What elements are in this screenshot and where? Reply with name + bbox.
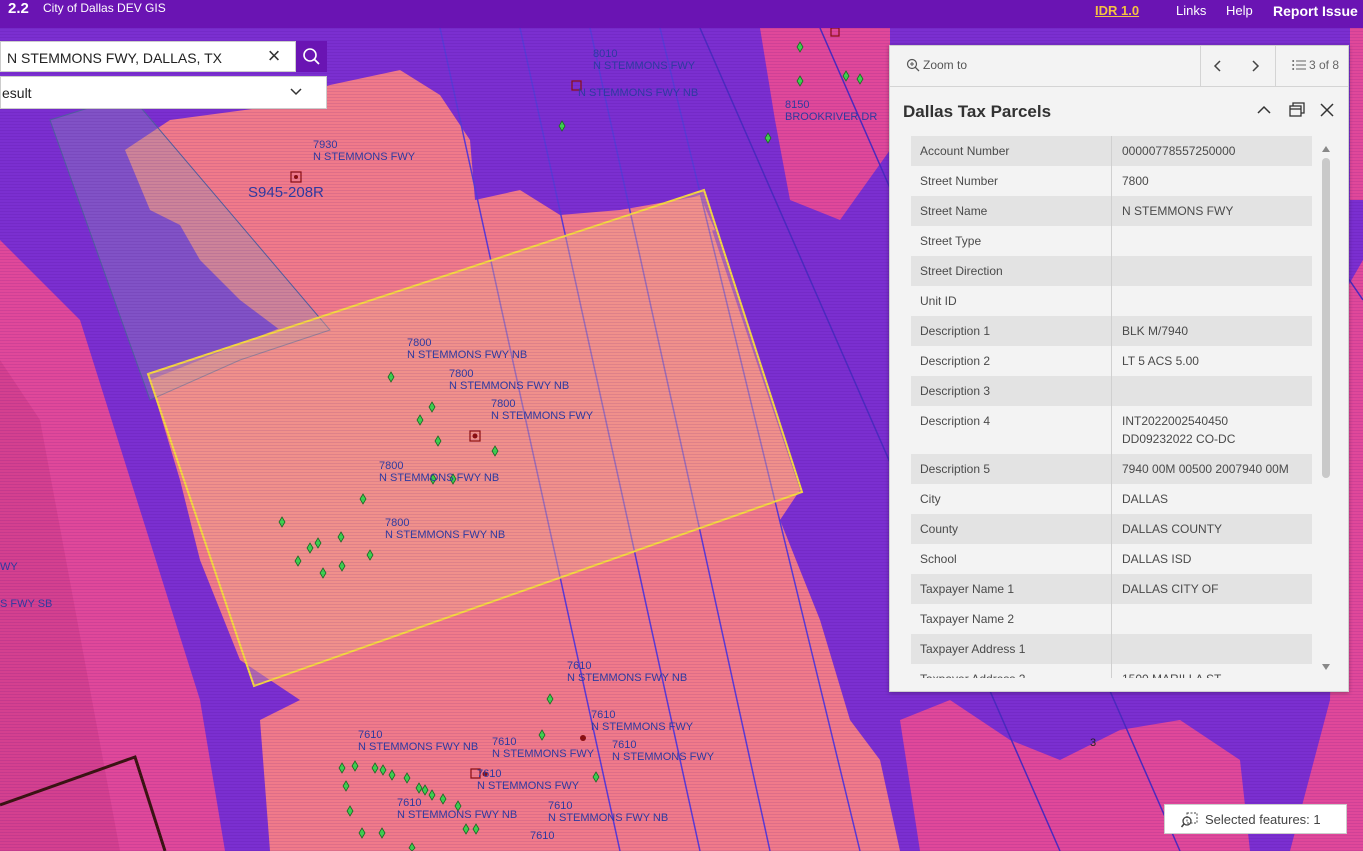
map-label: 7800 N STEMMONS FWY NB: [449, 368, 570, 392]
table-row: Unit ID: [911, 286, 1312, 316]
search-icon: [303, 48, 320, 65]
previous-feature-button[interactable]: [1206, 54, 1230, 78]
table-row: Street Number 7800: [911, 166, 1312, 196]
toolbar-divider: [1275, 46, 1276, 86]
selected-features-label: Selected features: 1: [1205, 812, 1321, 827]
links-menu[interactable]: Links: [1176, 3, 1206, 18]
search-button[interactable]: [296, 41, 327, 72]
map-label-case: S945-208R: [248, 184, 324, 201]
table-row: Taxpayer Address 1: [911, 634, 1312, 664]
table-row: County DALLAS COUNTY: [911, 514, 1312, 544]
table-row: Street Type: [911, 226, 1312, 256]
collapse-button[interactable]: [1254, 100, 1274, 120]
map-label: 7610 N STEMMONS FWY NB: [567, 660, 688, 684]
search-input[interactable]: [5, 47, 259, 69]
feature-count-button[interactable]: 3 of 8: [1292, 58, 1339, 72]
map-label: 7610 N STEMMONS FWY NB: [397, 797, 518, 821]
map-label: 7610 N STEMMONS FWY: [591, 709, 694, 733]
scrollbar-thumb[interactable]: [1322, 158, 1330, 478]
result-label: esult: [2, 85, 32, 101]
table-row: Account Number 00000778557250000: [911, 136, 1312, 166]
chevron-right-icon: [1252, 60, 1260, 72]
chevron-down-icon: [290, 88, 302, 96]
table-row: School DALLAS ISD: [911, 544, 1312, 574]
search-box: ×: [0, 41, 296, 72]
table-row: Description 3: [911, 376, 1312, 406]
map-label: 7610 N STEMMONS FWY: [492, 736, 595, 760]
table-row: Taxpayer Name 1 DALLAS CITY OF: [911, 574, 1312, 604]
map-label: 7610 N STEMMONS FWY: [612, 739, 715, 763]
table-row: Description 4 INT2022002540450 DD09232022 …: [911, 406, 1312, 454]
map-label: 7610 N STEMMONS FWY NB: [548, 800, 669, 824]
help-link[interactable]: Help: [1226, 3, 1253, 18]
map-label: 7800 N STEMMONS FWY NB: [407, 337, 528, 361]
chevron-left-icon: [1213, 60, 1221, 72]
next-feature-button[interactable]: [1243, 54, 1267, 78]
version-label: 2.2: [8, 0, 29, 17]
zoom-to-button[interactable]: Zoom to: [906, 58, 967, 72]
top-bar: 2.2 City of Dallas DEV GIS IDR 1.0 Links…: [0, 0, 1363, 28]
report-issue-link[interactable]: Report Issue: [1273, 3, 1358, 19]
select-features-icon: [1181, 812, 1198, 828]
popup-toolbar: Zoom to 3 of 8: [890, 46, 1348, 87]
map-label: S FWY SB: [0, 598, 53, 610]
zoom-in-icon: [906, 58, 920, 72]
map-label: 7610: [530, 830, 555, 842]
table-row: Description 1 BLK M/7940: [911, 316, 1312, 346]
map-label: WY: [0, 561, 18, 573]
map-label: 7610 N STEMMONS FWY NB: [358, 729, 479, 753]
table-row: Street Name N STEMMONS FWY: [911, 196, 1312, 226]
table-row: Description 5 7940 00M 00500 2007940 00M: [911, 454, 1312, 484]
map-label: 8150 BROOKRIVER DR: [785, 99, 878, 123]
close-popup-button[interactable]: [1317, 100, 1337, 120]
search-result-dropdown[interactable]: esult: [0, 76, 327, 109]
selected-features-button[interactable]: Selected features: 1: [1164, 804, 1347, 834]
list-icon: [1292, 60, 1306, 70]
dock-button[interactable]: [1287, 100, 1307, 120]
dock-icon: [1289, 102, 1305, 117]
map-label: 7930 N STEMMONS FWY: [313, 139, 416, 163]
map-label: 3: [1090, 737, 1097, 749]
table-row: Street Direction: [911, 256, 1312, 286]
map-label: N STEMMONS FWY NB: [578, 87, 699, 99]
attribute-table[interactable]: Account Number 00000778557250000 Street N…: [911, 136, 1313, 678]
table-row: Description 2 LT 5 ACS 5.00: [911, 346, 1312, 376]
chevron-up-icon: [1257, 105, 1271, 114]
map-label: 7800 N STEMMONS FWY NB: [379, 460, 500, 484]
toolbar-divider: [1200, 46, 1201, 86]
feature-popup: Zoom to 3 of 8 Dallas Tax Parcels Accoun…: [889, 45, 1349, 692]
map-label: 7800 N STEMMONS FWY: [491, 398, 594, 422]
idr-link[interactable]: IDR 1.0: [1095, 3, 1139, 18]
map-label: 7800 N STEMMONS FWY NB: [385, 517, 506, 541]
map-label: 8010 N STEMMONS FWY: [593, 48, 696, 72]
table-row: Taxpayer Name 2: [911, 604, 1312, 634]
popup-title: Dallas Tax Parcels: [903, 102, 1052, 121]
table-row: Taxpayer Address 21500 MARILLA ST: [911, 664, 1312, 678]
table-row: City DALLAS: [911, 484, 1312, 514]
map-label: 7610 N STEMMONS FWY: [477, 768, 580, 792]
close-icon: [1320, 103, 1334, 117]
app-title: City of Dallas DEV GIS: [43, 1, 166, 15]
clear-search-icon[interactable]: ×: [263, 45, 285, 68]
